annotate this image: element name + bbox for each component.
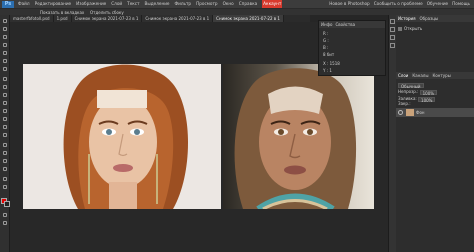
- move-tool-icon[interactable]: [3, 19, 7, 23]
- menu-account[interactable]: Аккаунт: [262, 0, 283, 8]
- info-b: B :: [323, 45, 329, 50]
- dodge-tool-icon[interactable]: [3, 133, 7, 137]
- history-thumbnail: [398, 27, 402, 31]
- info-g: G :: [323, 38, 329, 43]
- info-r: R :: [323, 31, 329, 36]
- app-logo[interactable]: Ps: [2, 0, 14, 8]
- lock-control: Закр.:: [398, 101, 411, 106]
- menubar-right: Новое в Photoshop Сообщить о проблеме Об…: [329, 0, 474, 8]
- layer-name: Фон: [416, 110, 425, 115]
- crop-tool-icon[interactable]: [3, 51, 7, 55]
- info-properties-panel: Инфо Свойства R : G : B : 8 бит X : 1518…: [318, 20, 386, 76]
- help-link[interactable]: Помощь: [452, 0, 470, 8]
- lasso-tool-icon[interactable]: [3, 35, 7, 39]
- menu-select[interactable]: Выделение: [145, 0, 170, 8]
- panel-icon-strip: [388, 15, 396, 252]
- info-bit-depth: 8 бит: [323, 52, 335, 57]
- opacity-control: Непрозр.: 100%: [398, 89, 438, 96]
- layer-thumbnail: [406, 109, 414, 116]
- menu-view[interactable]: Просмотр: [196, 0, 218, 8]
- tools-panel: [0, 15, 10, 252]
- options-bar: Показать в вкладках Отделить сбоку: [0, 8, 474, 15]
- quick-select-tool-icon[interactable]: [3, 43, 7, 47]
- eyedropper-tool-icon[interactable]: [3, 67, 7, 71]
- layer-row-background[interactable]: Фон: [396, 108, 474, 117]
- history-panel-tabs: История Образцы: [396, 15, 474, 22]
- tab-history[interactable]: История: [398, 15, 416, 22]
- fill-input[interactable]: 100%: [418, 96, 436, 103]
- path-select-tool-icon[interactable]: [3, 159, 7, 163]
- document-tabs: masterfbfotoll.psd 1.psd Снимок экрана 2…: [10, 15, 310, 22]
- menu-filter[interactable]: Фильтр: [175, 0, 192, 8]
- info-panel-icon[interactable]: [390, 35, 395, 40]
- tab-channels[interactable]: Каналы: [412, 72, 428, 79]
- brush-tool-icon[interactable]: [3, 85, 7, 89]
- gradient-tool-icon[interactable]: [3, 117, 7, 121]
- tab-document[interactable]: Снимок экрана 2021-07-23 в 1: [71, 15, 143, 22]
- history-item[interactable]: Открыть: [398, 26, 472, 32]
- menu-image[interactable]: Изображение: [76, 0, 106, 8]
- report-link[interactable]: Сообщить о проблеме: [374, 0, 423, 8]
- shape-tool-icon[interactable]: [3, 167, 7, 171]
- menu-help[interactable]: Справка: [239, 0, 257, 8]
- tab-layers[interactable]: Слои: [398, 72, 408, 79]
- pen-tool-icon[interactable]: [3, 143, 7, 147]
- document-image-left: [23, 64, 221, 209]
- tab-paths[interactable]: Контуры: [432, 72, 450, 79]
- quick-mask-icon[interactable]: [3, 213, 7, 217]
- whats-new-link[interactable]: Новое в Photoshop: [329, 0, 369, 8]
- tab-document[interactable]: Снимок экрана 2021-07-23 в 1: [142, 15, 214, 22]
- swatches-panel-icon[interactable]: [390, 27, 395, 32]
- type-tool-icon[interactable]: [3, 151, 7, 155]
- zoom-tool-icon[interactable]: [3, 185, 7, 189]
- frame-tool-icon[interactable]: [3, 59, 7, 63]
- face-illustration-right: [223, 64, 374, 209]
- opacity-input[interactable]: 100%: [419, 89, 438, 96]
- tab-document-active[interactable]: Снимок экрана 2021-07-22 в 1: [213, 15, 284, 22]
- layers-panel: Слои Каналы Контуры Обычный Непрозр.: 10…: [396, 72, 474, 252]
- face-illustration-left: [23, 64, 221, 209]
- tab-properties[interactable]: Свойства: [335, 21, 355, 28]
- menu-window[interactable]: Окно: [223, 0, 234, 8]
- properties-panel-icon[interactable]: [390, 43, 395, 48]
- info-panel-tabs: Инфо Свойства: [319, 21, 385, 28]
- menu-bar: Ps Файл Редактирование Изображение Слой …: [0, 0, 474, 8]
- document-image-right: [223, 64, 374, 209]
- menu-layer[interactable]: Слой: [111, 0, 122, 8]
- stamp-tool-icon[interactable]: [3, 93, 7, 97]
- history-panel-icon[interactable]: [390, 19, 395, 24]
- tab-document[interactable]: masterfbfotoll.psd: [10, 15, 54, 22]
- tab-info[interactable]: Инфо: [321, 21, 332, 28]
- menu-file[interactable]: Файл: [18, 0, 30, 8]
- hand-tool-icon[interactable]: [3, 177, 7, 181]
- screen-mode-icon[interactable]: [3, 221, 7, 225]
- healing-tool-icon[interactable]: [3, 77, 7, 81]
- info-x: X : 1518: [323, 61, 340, 66]
- marquee-tool-icon[interactable]: [3, 27, 7, 31]
- blend-mode-select[interactable]: Обычный: [398, 82, 424, 89]
- layers-panel-tabs: Слои Каналы Контуры: [396, 72, 474, 79]
- main-menu: Файл Редактирование Изображение Слой Тек…: [18, 0, 283, 8]
- tab-swatches[interactable]: Образцы: [420, 15, 439, 22]
- tab-document[interactable]: 1.psd: [53, 15, 72, 22]
- history-brush-tool-icon[interactable]: [3, 101, 7, 105]
- info-y: Y : 1: [323, 68, 332, 73]
- blur-tool-icon[interactable]: [3, 125, 7, 129]
- eraser-tool-icon[interactable]: [3, 109, 7, 113]
- menu-edit[interactable]: Редактирование: [35, 0, 72, 8]
- learn-link[interactable]: Обучение: [427, 0, 448, 8]
- menu-text[interactable]: Текст: [127, 0, 139, 8]
- right-panel: История Образцы Открыть Слои Каналы Конт…: [396, 15, 474, 252]
- visibility-eye-icon[interactable]: [398, 110, 403, 115]
